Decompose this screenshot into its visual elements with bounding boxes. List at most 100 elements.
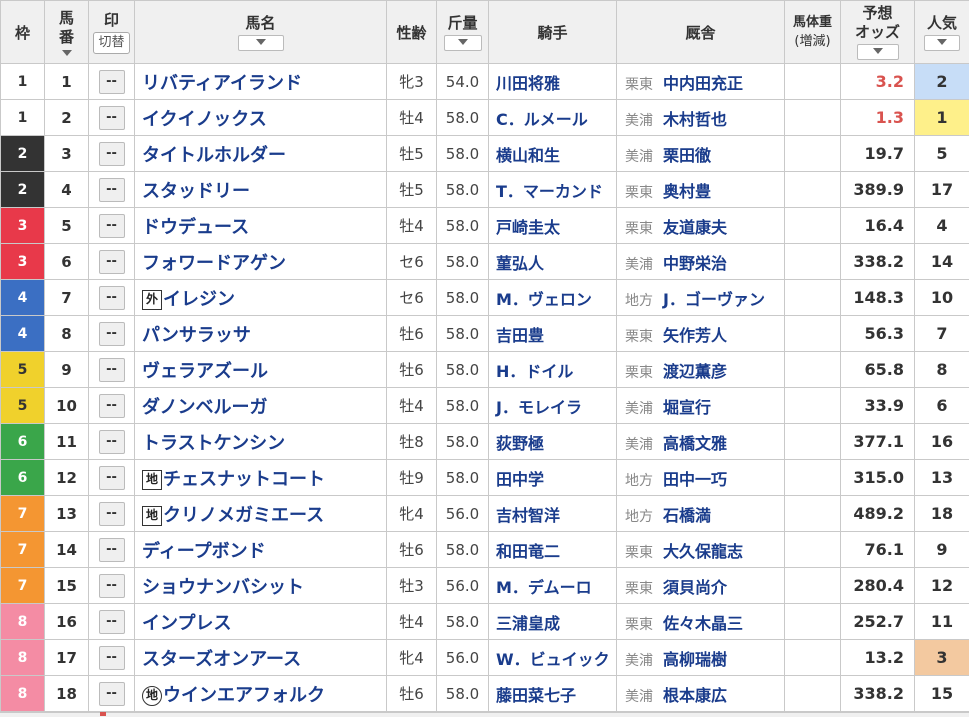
mark-select-button[interactable]: -- <box>98 213 125 238</box>
body-weight-cell <box>784 387 841 424</box>
mark-select-button[interactable]: -- <box>98 573 125 598</box>
jockey-link[interactable]: M．ヴェロン <box>496 290 592 309</box>
mark-select-button[interactable]: -- <box>98 681 125 706</box>
jockey-link[interactable]: 和田竜二 <box>496 542 560 561</box>
jockey-link[interactable]: 荻野極 <box>496 434 544 453</box>
jockey-link[interactable]: 三浦皇成 <box>496 614 560 633</box>
horse-name-link[interactable]: クリノメガミエース <box>163 505 324 526</box>
sex-age-cell: 牡4 <box>386 387 437 424</box>
mark-select-button[interactable]: -- <box>98 177 125 202</box>
sort-popularity-button[interactable] <box>924 34 960 51</box>
jockey-link[interactable]: 横山和生 <box>496 146 560 165</box>
jockey-link[interactable]: 吉田豊 <box>496 326 544 345</box>
trainer-link[interactable]: 石橋満 <box>663 506 711 525</box>
jockey-link[interactable]: 川田将雅 <box>496 74 560 93</box>
horse-name-link[interactable]: ディープボンド <box>142 541 266 562</box>
trainer-area: 栗東 <box>625 580 653 597</box>
jockey-link[interactable]: J．モレイラ <box>496 398 582 417</box>
trainer-link[interactable]: 中内田充正 <box>663 74 743 93</box>
jockey-link[interactable]: W．ビュイック <box>496 650 610 669</box>
horse-name-cell: イクイノックス <box>134 99 387 136</box>
horse-name-link[interactable]: スターズオンアース <box>142 649 301 670</box>
mark-cell: -- <box>88 603 135 640</box>
trainer-link[interactable]: 中野栄治 <box>663 254 727 273</box>
horse-name-link[interactable]: ショウナンバシット <box>142 577 304 598</box>
sort-name-button[interactable] <box>237 34 284 51</box>
trainer-link[interactable]: 奥村豊 <box>663 182 711 201</box>
trainer-link[interactable]: 堀宣行 <box>663 398 711 417</box>
trainer-link[interactable]: 根本康広 <box>663 686 727 705</box>
trainer-link[interactable]: J．ゴーヴァン <box>663 290 765 309</box>
horse-name-link[interactable]: チェスナットコート <box>163 469 325 490</box>
sort-odds-button[interactable] <box>856 44 899 60</box>
horse-name-link[interactable]: フォワードアゲン <box>142 253 286 274</box>
trainer-area: 地方 <box>625 292 653 309</box>
horse-name-link[interactable]: ウインエアフォルク <box>163 685 325 706</box>
trainer-cell: 栗東 大久保龍志 <box>616 531 785 568</box>
header-jockey: 騎手 <box>488 0 617 64</box>
popularity-cell: 1 <box>914 99 969 136</box>
mark-select-button[interactable]: -- <box>98 357 125 382</box>
jockey-link[interactable]: 吉村智洋 <box>496 506 560 525</box>
horse-row: 8 17 -- スターズオンアース 牝4 56.0 W．ビュイック 美浦 高柳瑞樹 13.2 3 <box>0 639 969 676</box>
trainer-link[interactable]: 須貝尚介 <box>663 578 727 597</box>
horse-name-link[interactable]: インプレス <box>142 613 231 634</box>
jockey-link[interactable]: H．ドイル <box>496 362 573 381</box>
trainer-link[interactable]: 高柳瑞樹 <box>663 650 727 669</box>
trainer-cell: 栗東 中内田充正 <box>616 63 785 100</box>
trainer-link[interactable]: 矢作芳人 <box>663 326 727 345</box>
sex-age-cell: 牝4 <box>386 495 437 532</box>
horse-name-link[interactable]: パンサラッサ <box>142 325 251 346</box>
horse-name-link[interactable]: イクイノックス <box>142 109 267 130</box>
trainer-link[interactable]: 木村哲也 <box>663 110 727 129</box>
sort-weight-button[interactable] <box>443 34 482 51</box>
mark-select-button[interactable]: -- <box>98 69 125 94</box>
mark-cell: -- <box>88 243 135 280</box>
horse-name-link[interactable]: ドウデュース <box>142 217 249 238</box>
mark-select-button[interactable]: -- <box>98 645 125 670</box>
mark-select-button[interactable]: -- <box>98 321 125 346</box>
jockey-link[interactable]: 戸崎圭太 <box>496 218 560 237</box>
mark-select-button[interactable]: -- <box>98 609 125 634</box>
horse-name-link[interactable]: トラストケンシン <box>142 433 285 454</box>
trainer-link[interactable]: 大久保龍志 <box>663 542 743 561</box>
mark-toggle-button[interactable]: 切替 <box>93 31 130 54</box>
trainer-link[interactable]: 栗田徹 <box>663 146 711 165</box>
trainer-link[interactable]: 佐々木晶三 <box>663 614 743 633</box>
mark-select-button[interactable]: -- <box>98 429 125 454</box>
horse-name-link[interactable]: リバティアイランド <box>142 73 302 94</box>
body-weight-cell <box>784 171 841 208</box>
mark-select-button[interactable]: -- <box>98 393 125 418</box>
jockey-link[interactable]: 田中学 <box>496 470 544 489</box>
mark-select-button[interactable]: -- <box>98 501 125 526</box>
mark-select-button[interactable]: -- <box>98 105 125 130</box>
horse-name-link[interactable]: ヴェラアズール <box>142 361 268 382</box>
waku-cell: 1 <box>0 63 45 100</box>
mark-select-button[interactable]: -- <box>98 537 125 562</box>
jockey-cell: 菫弘人 <box>488 243 617 280</box>
jockey-link[interactable]: 藤田菜七子 <box>496 686 576 705</box>
horse-name-link[interactable]: イレジン <box>163 289 235 310</box>
jockey-link[interactable]: M．デムーロ <box>496 578 592 597</box>
header-umaban: 馬 番 <box>44 0 89 64</box>
mark-select-button[interactable]: -- <box>98 141 125 166</box>
trainer-link[interactable]: 高橋文雅 <box>663 434 727 453</box>
trainer-link[interactable]: 友道康夫 <box>663 218 727 237</box>
mark-select-button[interactable]: -- <box>98 465 125 490</box>
jockey-link[interactable]: T．マーカンド <box>496 182 603 201</box>
jockey-link[interactable]: C．ルメール <box>496 110 588 129</box>
horse-row: 3 5 -- ドウデュース 牡4 58.0 戸崎圭太 栗東 友道康夫 16.4 4 <box>0 207 969 244</box>
horse-name-link[interactable]: ダノンベルーガ <box>142 397 267 418</box>
chevron-down-icon[interactable] <box>61 49 72 56</box>
horse-name-link[interactable]: スタッドリー <box>142 181 250 202</box>
horse-row: 4 8 -- パンサラッサ 牡6 58.0 吉田豊 栗東 矢作芳人 56.3 7 <box>0 315 969 352</box>
trainer-link[interactable]: 渡辺薫彦 <box>663 362 727 381</box>
mark-select-button[interactable]: -- <box>98 285 125 310</box>
trainer-link[interactable]: 田中一巧 <box>663 470 727 489</box>
header-weight: 斤量 <box>436 0 489 64</box>
mark-select-button[interactable]: -- <box>98 249 125 274</box>
jockey-link[interactable]: 菫弘人 <box>496 254 544 273</box>
horse-name-link[interactable]: タイトルホルダー <box>142 145 286 166</box>
waku-cell: 8 <box>0 675 45 712</box>
table-footer <box>0 712 969 717</box>
